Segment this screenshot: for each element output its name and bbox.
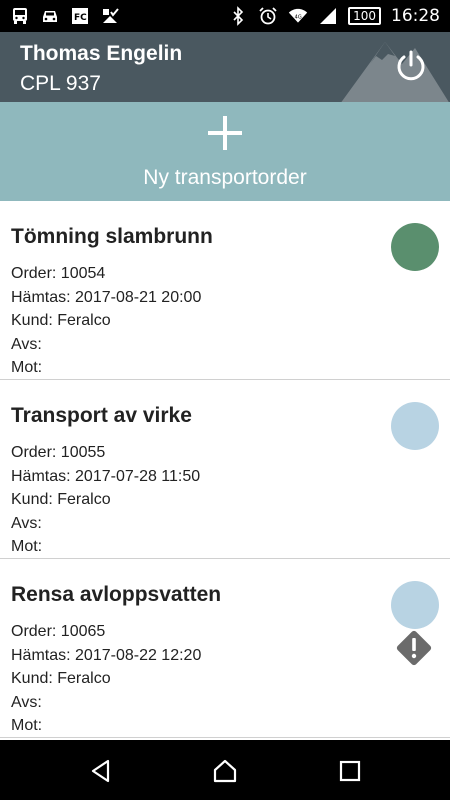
car-icon [40,6,60,26]
status-bar: FC 4G 100 16:28 [0,0,450,32]
warning-icon[interactable] [393,627,435,669]
navigation-bar [0,740,450,800]
battery-indicator: 100 [348,7,381,25]
order-to: Mot: [11,538,43,555]
status-indicator [391,581,439,629]
order-from: Avs: [11,514,42,532]
order-title: Rensa avloppsvatten [11,583,222,606]
vehicle-registration: CPL 937 [20,72,101,95]
fc-app-icon: FC [70,6,90,26]
order-card[interactable]: Transport av virke Order: 10055 Hämtas: … [0,380,450,559]
order-card[interactable]: Rensa avloppsvatten Order: 10065 Hämtas:… [0,559,450,738]
order-customer: Kund: Feralco [11,491,111,508]
order-title: Tömning slambrunn [11,225,213,248]
app-header: Thomas Engelin CPL 937 [0,32,450,102]
status-indicator [391,402,439,450]
new-order-label: Ny transportorder [143,166,307,189]
order-pickup: Hämtas: 2017-08-21 20:00 [11,288,202,306]
status-bar-left: FC [10,6,120,26]
order-pickup: Hämtas: 2017-07-28 11:50 [11,467,201,485]
checklist-icon [100,6,120,26]
status-time: 16:28 [391,6,440,26]
status-indicator [391,223,439,271]
bluetooth-icon [228,6,248,26]
power-icon[interactable] [394,49,428,83]
order-to: Mot: [11,359,43,376]
order-from: Avs: [11,335,42,353]
svg-text:FC: FC [74,13,87,23]
alarm-icon [258,6,278,26]
order-number: Order: 10055 [11,444,106,461]
order-number: Order: 10065 [11,623,106,640]
order-from: Avs: [11,693,42,711]
order-customer: Kund: Feralco [11,312,111,329]
bus-icon [10,6,30,26]
order-title: Transport av virke [11,404,192,427]
order-card[interactable]: Tömning slambrunn Order: 10054 Hämtas: 2… [0,201,450,380]
new-transport-order-button[interactable]: Ny transportorder [0,102,450,201]
svg-text:4G: 4G [295,15,302,21]
user-name: Thomas Engelin [20,42,183,65]
plus-icon [208,116,242,150]
signal-icon [318,6,338,26]
recent-apps-icon[interactable] [337,758,363,784]
order-to: Mot: [11,717,43,734]
back-icon[interactable] [88,758,114,784]
home-icon[interactable] [212,758,238,784]
order-customer: Kund: Feralco [11,670,111,687]
order-number: Order: 10054 [11,265,106,282]
wifi-icon: 4G [288,6,308,26]
order-list: Tömning slambrunn Order: 10054 Hämtas: 2… [0,201,450,740]
status-bar-right: 4G 100 16:28 [228,6,440,26]
order-pickup: Hämtas: 2017-08-22 12:20 [11,646,202,664]
